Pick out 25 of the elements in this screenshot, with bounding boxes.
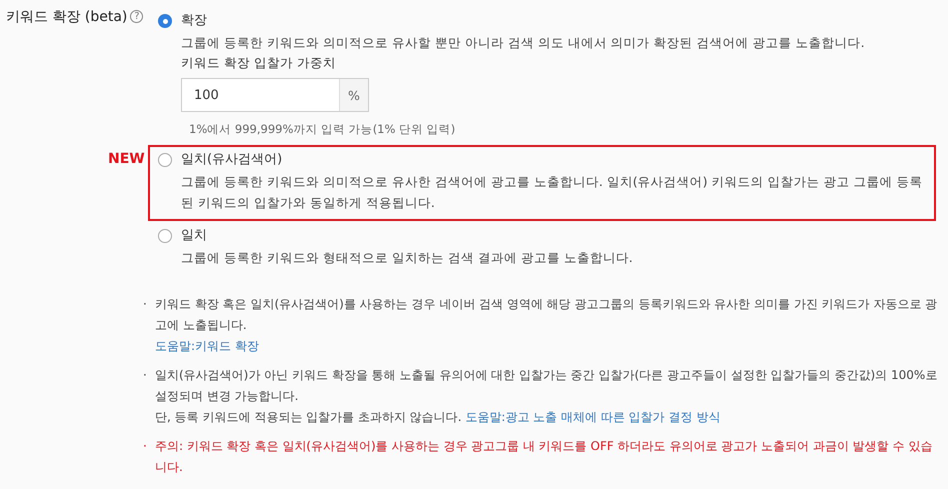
new-label: NEW bbox=[108, 151, 145, 167]
help-link[interactable]: 도움말:광고 노출 매체에 따른 입찰가 결정 방식 bbox=[465, 410, 720, 424]
bullet: · bbox=[143, 296, 148, 313]
option-description: 그룹에 등록한 키워드와 의미적으로 유사할 뿐만 아니라 검색 의도 내에서 의미가 확장된 검색어에 광고를 노출합니다. bbox=[181, 34, 866, 52]
option-description: 그룹에 등록한 키워드와 의미적으로 유사한 검색어에 광고를 노출합니다. 일치(유사검색어) 키워드의 입찰가는 광고 그룹에 등록된 키워드의 입찰가와 동일하게 적용됩니다. bbox=[181, 173, 924, 212]
option-label[interactable]: 확장 bbox=[181, 10, 207, 32]
radio-button[interactable] bbox=[158, 153, 172, 167]
note-text: 단, 등록 키워드에 적용되는 입찰가를 초과하지 않습니다. 도움말:광고 노출 매체에 따른 입찰가 결정 방식 bbox=[155, 409, 722, 426]
field-hint: 1%에서 999,999%까지 입력 가능(1% 단위 입력) bbox=[189, 122, 456, 137]
option-label[interactable]: 일치 bbox=[181, 225, 207, 247]
bid-weight-field[interactable]: 100 % bbox=[181, 78, 369, 112]
radio-button[interactable] bbox=[158, 14, 172, 28]
radio-button[interactable] bbox=[158, 229, 172, 243]
note-text: 키워드 확장 혹은 일치(유사검색어)를 사용하는 경우 네이버 검색 영역에 해당 광고그룹의 등록키워드와 유사한 의미를 가진 키워드가 자동으로 광고에 노출됩니다. bbox=[155, 296, 938, 334]
option-label[interactable]: 일치(유사검색어) bbox=[181, 149, 282, 171]
setting-label: 키워드 확장 (beta) bbox=[6, 8, 128, 26]
field-label: 키워드 확장 입찰가 가중치 bbox=[181, 55, 337, 72]
help-link[interactable]: 도움말:키워드 확장 bbox=[155, 339, 259, 353]
help-icon[interactable]: ? bbox=[130, 10, 144, 23]
note-text: 일치(유사검색어)가 아닌 키워드 확장을 통해 노출될 유의어에 대한 입찰가는 중간 입찰가(다른 광고주들이 설정한 입찰가들의 중간값)의 100%로 설정되며 변경 가능합니다. bbox=[155, 367, 938, 405]
option-description: 그룹에 등록한 키워드와 형태적으로 일치하는 검색 결과에 광고를 노출합니다. bbox=[181, 249, 634, 267]
unit-label: % bbox=[339, 79, 368, 111]
note-text: 주의: 키워드 확장 혹은 일치(유사검색어)를 사용하는 경우 광고그룹 내 키워드를 OFF 하더라도 유의어로 광고가 노출되어 과금이 발생할 수 있습니다. bbox=[155, 438, 934, 476]
bullet: · bbox=[143, 367, 148, 384]
bullet: · bbox=[143, 438, 148, 455]
